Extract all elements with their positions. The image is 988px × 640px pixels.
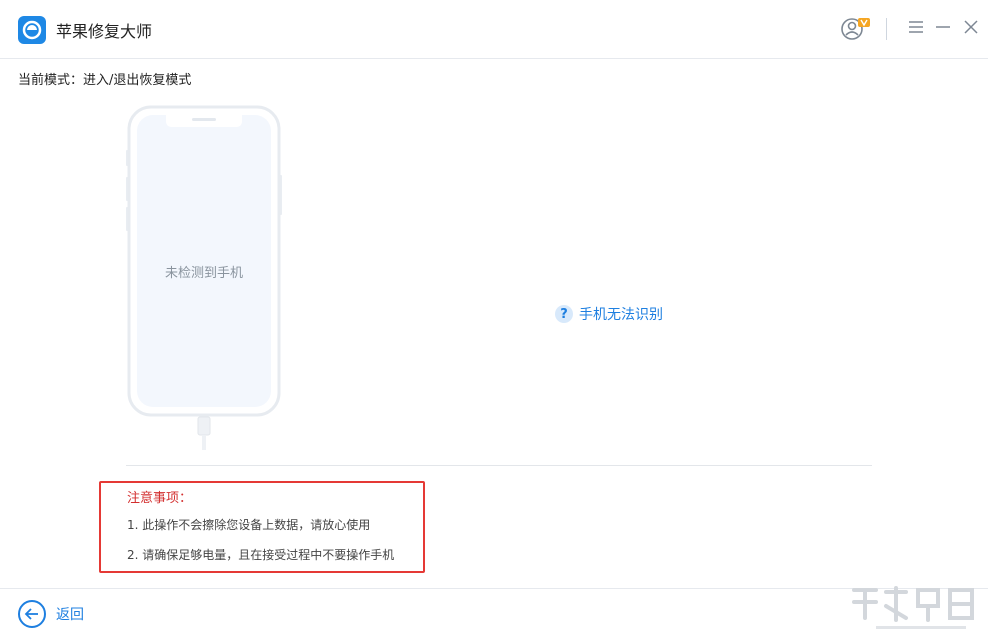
user-vip-icon: [841, 18, 870, 40]
device-status-text: 未检测到手机: [164, 266, 243, 281]
title-bar: 苹果修复大师: [0, 0, 988, 59]
user-account-button[interactable]: [838, 16, 872, 42]
notes-title: 注意事项：: [127, 491, 193, 506]
back-button[interactable]: 返回: [18, 598, 84, 630]
footer-divider: [0, 588, 988, 589]
menu-button[interactable]: [905, 16, 927, 38]
note-item: 1. 此操作不会擦除您设备上数据，请放心使用: [127, 518, 371, 532]
note-item: 2. 请确保足够电量，且在接受过程中不要操作手机: [127, 548, 395, 562]
question-icon: ?: [555, 305, 573, 323]
help-link-label: 手机无法识别: [579, 307, 663, 323]
back-arrow-icon: [18, 600, 46, 628]
current-mode-label: 当前模式：进入/退出恢复模式: [18, 73, 192, 88]
menu-icon: [909, 21, 923, 33]
app-logo-icon: [18, 16, 46, 44]
device-not-recognized-link[interactable]: ? 手机无法识别: [555, 304, 663, 324]
minimize-button[interactable]: [932, 16, 954, 38]
titlebar-separator: [886, 18, 887, 40]
app-title: 苹果修复大师: [56, 22, 153, 41]
close-icon: [964, 20, 978, 34]
close-button[interactable]: [960, 16, 982, 38]
minimize-icon: [936, 26, 950, 28]
watermark-logo: [846, 582, 982, 636]
content-divider: [126, 465, 872, 466]
notes-panel: 注意事项： 1. 此操作不会擦除您设备上数据，请放心使用 2. 请确保足够电量，…: [99, 481, 425, 573]
back-label: 返回: [56, 607, 84, 623]
